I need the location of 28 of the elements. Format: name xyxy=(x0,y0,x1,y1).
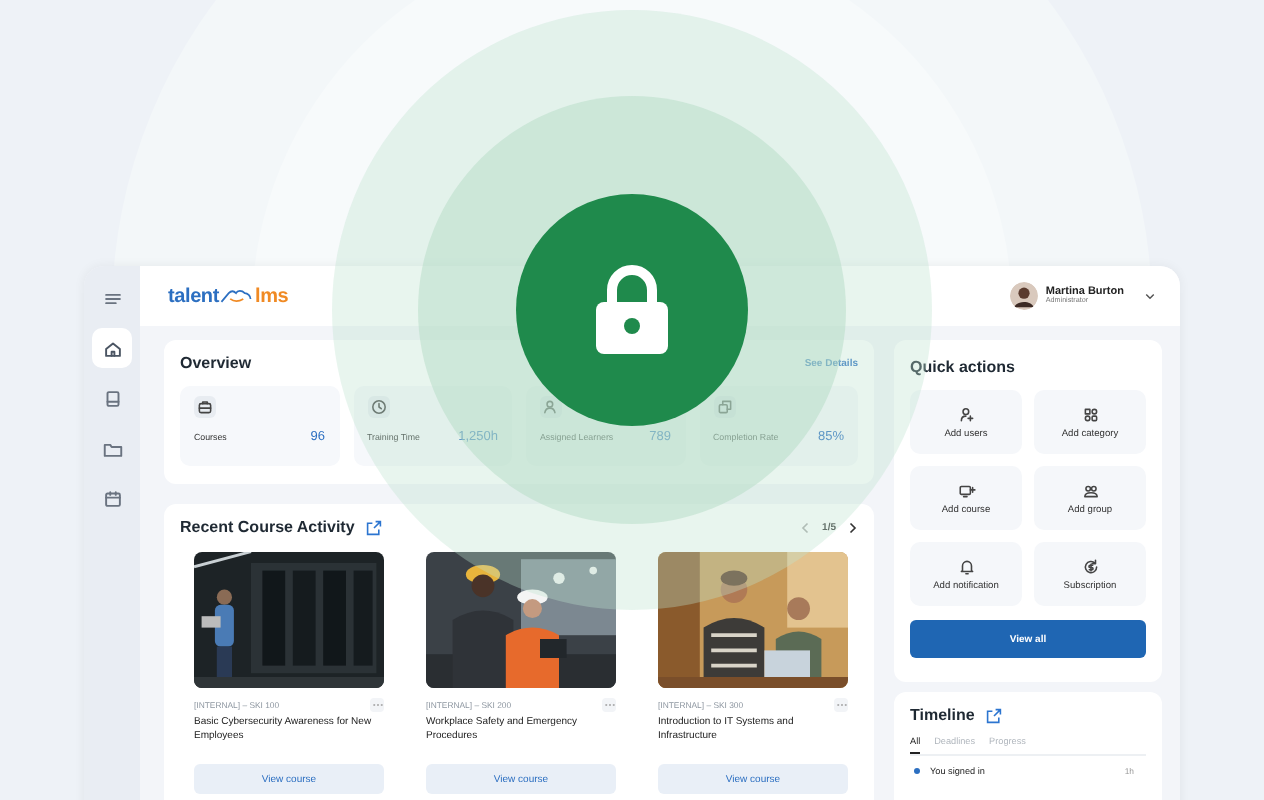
card-title: Recent Course Activity xyxy=(180,518,355,536)
dollar-cycle-icon xyxy=(1081,557,1099,575)
lock-icon xyxy=(592,264,672,356)
calendar-icon xyxy=(101,487,123,509)
cloud-icon xyxy=(220,288,253,304)
card-title: Quick actions xyxy=(910,358,1017,376)
logo-text: lms xyxy=(254,285,289,307)
external-link-icon[interactable] xyxy=(366,519,383,535)
chevron-down-icon[interactable] xyxy=(1144,290,1156,302)
briefcase-icon xyxy=(194,396,216,418)
home-icon xyxy=(101,337,123,359)
nav-button[interactable] xyxy=(92,328,132,368)
shapes-icon xyxy=(1081,405,1099,423)
bell-icon xyxy=(957,557,975,575)
clock-icon xyxy=(367,396,389,418)
logo-text: talent xyxy=(168,285,219,307)
card-title: Overview xyxy=(180,354,252,372)
card-title: Timeline xyxy=(910,706,975,724)
chevron-right-icon[interactable] xyxy=(846,521,858,533)
external-link-icon[interactable] xyxy=(986,707,1003,723)
avatar-icon[interactable] xyxy=(1009,282,1038,310)
bullet-dot xyxy=(914,768,920,774)
add-user-icon xyxy=(957,405,975,423)
group-icon xyxy=(1081,481,1099,499)
copy-icon xyxy=(713,396,735,418)
user-icon xyxy=(540,396,562,418)
add-screen-icon xyxy=(957,481,975,499)
book-icon xyxy=(101,387,123,409)
